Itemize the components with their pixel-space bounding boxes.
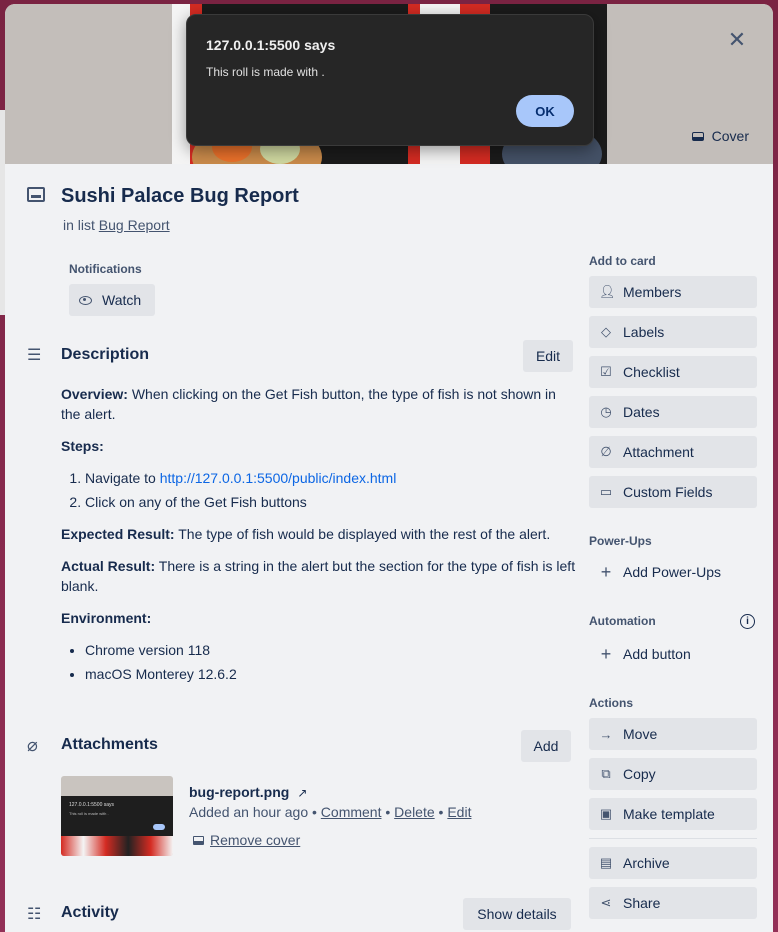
copy-icon: ⧉ bbox=[601, 766, 611, 781]
copy-button[interactable]: ⧉ Copy bbox=[589, 758, 757, 790]
in-list-prefix: in list bbox=[63, 217, 95, 233]
plus-icon: + bbox=[600, 643, 612, 664]
environment-list: Chrome version 118 macOS Monterey 12.6.2 bbox=[85, 640, 577, 684]
actual-paragraph: Actual Result: There is a string in the … bbox=[61, 558, 576, 594]
move-button[interactable]: → Move bbox=[589, 718, 757, 750]
cover-button-label: Cover bbox=[711, 128, 749, 144]
activity-title: Activity bbox=[61, 904, 119, 921]
arrow-right-icon: → bbox=[599, 726, 613, 742]
actions-label: Actions bbox=[589, 696, 634, 710]
card-cover-icon bbox=[193, 835, 204, 845]
checklist-button[interactable]: ☑ Checklist bbox=[589, 356, 757, 388]
card-detail-modal: ✕ Cover 127.0.0.1:5500 says This roll is… bbox=[5, 4, 773, 932]
steps-list: Navigate to http://127.0.0.1:5500/public… bbox=[85, 468, 577, 512]
remove-cover-link[interactable]: Remove cover bbox=[193, 832, 300, 848]
add-power-ups-button[interactable]: + Add Power-Ups bbox=[589, 556, 757, 588]
external-link-icon[interactable]: ↗ bbox=[297, 786, 307, 800]
description-body: Overview: When clicking on the Get Fish … bbox=[61, 384, 577, 696]
list-item: Chrome version 118 bbox=[85, 640, 577, 660]
separator: • bbox=[312, 804, 317, 820]
custom-fields-button[interactable]: ▭ Custom Fields bbox=[589, 476, 757, 508]
edit-link[interactable]: Edit bbox=[447, 804, 471, 820]
person-icon: 👤︎ bbox=[599, 284, 616, 299]
list-link[interactable]: Bug Report bbox=[99, 217, 170, 233]
attachment-meta: Added an hour ago • Comment • Delete • E… bbox=[189, 804, 471, 820]
members-button[interactable]: 👤︎ Members bbox=[589, 276, 757, 308]
card-title[interactable]: Sushi Palace Bug Report bbox=[61, 185, 299, 208]
watch-label: Watch bbox=[102, 292, 142, 308]
alert-ok-button[interactable]: OK bbox=[516, 95, 574, 127]
watch-button[interactable]: Watch bbox=[69, 284, 155, 316]
share-button[interactable]: ⋖ Share bbox=[589, 887, 757, 919]
browser-alert-dialog: 127.0.0.1:5500 says This roll is made wi… bbox=[186, 14, 594, 146]
checkbox-icon: ☑ bbox=[600, 364, 612, 379]
delete-link[interactable]: Delete bbox=[394, 804, 434, 820]
expected-paragraph: Expected Result: The type of fish would … bbox=[61, 526, 551, 542]
list-item: Navigate to http://127.0.0.1:5500/public… bbox=[85, 468, 577, 488]
alert-title: 127.0.0.1:5500 says bbox=[206, 37, 336, 53]
notifications-label: Notifications bbox=[69, 262, 142, 276]
cover-button[interactable]: Cover bbox=[684, 122, 757, 150]
in-list-text: in list Bug Report bbox=[63, 217, 170, 233]
description-edit-button[interactable]: Edit bbox=[523, 340, 573, 372]
share-icon: ⋖ bbox=[600, 895, 612, 910]
dates-button[interactable]: ◷ Dates bbox=[589, 396, 757, 428]
make-template-button[interactable]: ▣ Make template bbox=[589, 798, 757, 830]
alert-message: This roll is made with . bbox=[206, 65, 325, 79]
list-item: macOS Monterey 12.6.2 bbox=[85, 664, 577, 684]
steps-label: Steps: bbox=[61, 438, 104, 454]
paperclip-icon: ∅ bbox=[600, 444, 612, 459]
remove-cover-label: Remove cover bbox=[210, 832, 301, 848]
archive-icon: ▤ bbox=[599, 855, 613, 870]
power-ups-label: Power-Ups bbox=[589, 534, 652, 548]
index-url-link[interactable]: http://127.0.0.1:5500/public/index.html bbox=[160, 470, 397, 486]
thumb-title: 127.0.0.1:5500 says bbox=[69, 802, 115, 808]
paperclip-icon: ⌀ bbox=[27, 735, 38, 755]
clock-icon: ◷ bbox=[600, 404, 612, 419]
added-time: Added an hour ago bbox=[189, 804, 309, 820]
eye-icon bbox=[79, 295, 92, 305]
description-icon: ☰ bbox=[27, 347, 42, 364]
separator: • bbox=[385, 804, 391, 820]
card-cover-icon bbox=[691, 131, 704, 141]
attachment-file-name[interactable]: bug-report.png ↗ bbox=[189, 784, 307, 800]
card-icon bbox=[27, 187, 45, 202]
automation-label: Automation bbox=[589, 614, 656, 628]
show-details-button[interactable]: Show details bbox=[463, 898, 571, 930]
attachment-thumbnail[interactable]: 127.0.0.1:5500 says This roll is made wi… bbox=[61, 776, 173, 856]
comment-link[interactable]: Comment bbox=[321, 804, 382, 820]
tag-icon: ◇ bbox=[601, 324, 611, 339]
environment-label: Environment: bbox=[61, 610, 152, 626]
close-icon[interactable]: ✕ bbox=[721, 24, 753, 56]
description-title: Description bbox=[61, 346, 150, 363]
overview-paragraph: Overview: When clicking on the Get Fish … bbox=[61, 386, 556, 422]
archive-button[interactable]: ▤ Archive bbox=[589, 847, 757, 879]
info-icon[interactable]: i bbox=[740, 614, 755, 629]
labels-button[interactable]: ◇ Labels bbox=[589, 316, 757, 348]
add-to-card-label: Add to card bbox=[589, 254, 656, 268]
template-icon: ▣ bbox=[599, 806, 613, 821]
attachments-add-button[interactable]: Add bbox=[521, 730, 571, 762]
add-button-button[interactable]: + Add button bbox=[589, 638, 757, 670]
activity-list-icon: ☷ bbox=[27, 906, 42, 923]
custom-fields-icon: ▭ bbox=[599, 484, 613, 499]
list-item: Click on any of the Get Fish buttons bbox=[85, 492, 577, 512]
thumb-ok bbox=[153, 824, 165, 830]
attachments-title: Attachments bbox=[61, 736, 158, 753]
attachment-button[interactable]: ∅ Attachment bbox=[589, 436, 757, 468]
sidebar-divider bbox=[589, 838, 757, 839]
plus-icon: + bbox=[600, 561, 612, 582]
thumb-message: This roll is made with . bbox=[69, 811, 109, 816]
file-name-text: bug-report.png bbox=[189, 784, 290, 800]
separator: • bbox=[438, 804, 444, 820]
